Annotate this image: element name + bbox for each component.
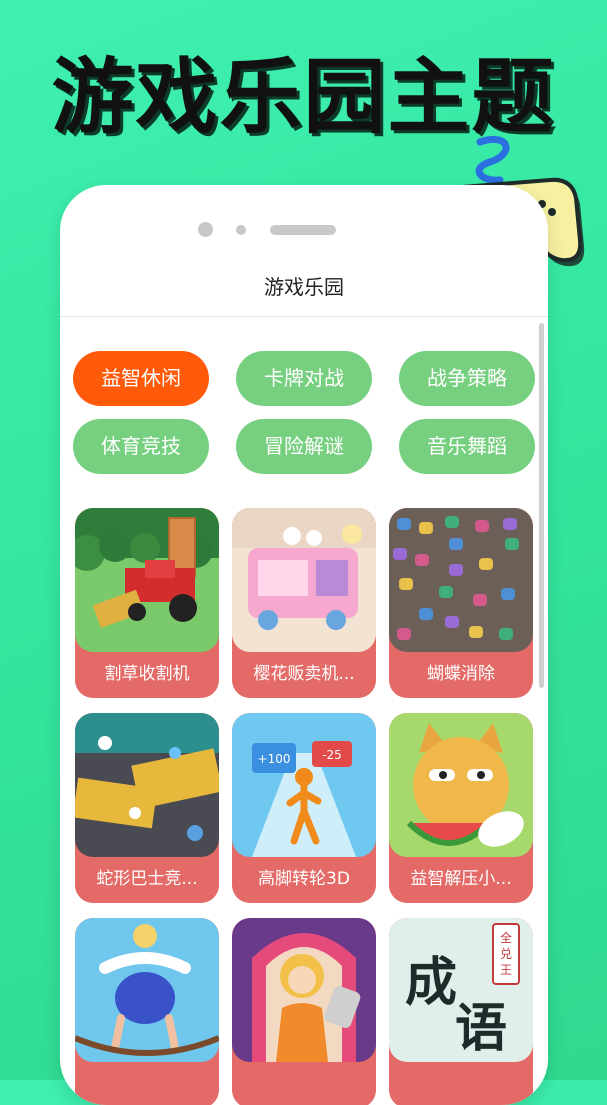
- phone-frame: 游戏乐园 益智休闲 卡牌对战 战争策略 体育竞技 冒险解谜 音乐舞蹈 割草收割机…: [60, 185, 548, 1105]
- game-title: 樱花贩卖机...: [253, 664, 355, 684]
- game-card-idioms[interactable]: 全 兑 王 成 语: [389, 918, 533, 1105]
- category-tab-adventure-puzzle[interactable]: 冒险解谜: [236, 419, 372, 474]
- thumb-plus-label: +100: [258, 752, 291, 766]
- seal-char-3: 王: [500, 963, 512, 977]
- game-thumbnail: [232, 918, 376, 1062]
- game-card-sakura-vending[interactable]: 樱花贩卖机...: [232, 508, 376, 698]
- sensor-dot: [236, 225, 246, 235]
- game-card-puzzle-relax[interactable]: 益智解压小...: [389, 713, 533, 903]
- game-title: 高脚转轮3D: [258, 869, 350, 889]
- idiom-char-1: 成: [405, 952, 457, 1013]
- game-thumbnail: [389, 713, 533, 857]
- game-thumbnail: [75, 508, 219, 652]
- app-title: 游戏乐园: [264, 275, 344, 299]
- game-card-snake-bus[interactable]: 蛇形巴士竞...: [75, 713, 219, 903]
- speaker-grille: [270, 225, 336, 235]
- game-thumbnail: [75, 918, 219, 1062]
- game-thumbnail: [232, 508, 376, 652]
- game-thumbnail: +100 -25: [232, 713, 376, 857]
- game-thumbnail: [389, 508, 533, 652]
- idiom-char-2: 语: [455, 998, 507, 1059]
- seal-char-1: 全: [500, 930, 512, 945]
- scrollbar[interactable]: [539, 323, 544, 688]
- category-tab-card-battle[interactable]: 卡牌对战: [236, 351, 372, 406]
- category-tab-sports[interactable]: 体育竞技: [73, 419, 209, 474]
- game-thumbnail: 全 兑 王 成 语: [389, 918, 533, 1062]
- game-title: 割草收割机: [104, 664, 190, 684]
- category-tab-war-strategy[interactable]: 战争策略: [399, 351, 535, 406]
- game-card-butterfly[interactable]: 蝴蝶消除: [389, 508, 533, 698]
- game-card-swing[interactable]: [75, 918, 219, 1105]
- game-title: 蛇形巴士竞...: [96, 869, 198, 889]
- game-card-mower[interactable]: 割草收割机: [75, 508, 219, 698]
- title-divider: [60, 316, 548, 317]
- game-title: 蝴蝶消除: [427, 664, 495, 684]
- category-tab-puzzle-casual[interactable]: 益智休闲: [73, 351, 209, 406]
- game-card-stilts[interactable]: +100 -25 高脚转轮3D: [232, 713, 376, 903]
- category-tab-music-dance[interactable]: 音乐舞蹈: [399, 419, 535, 474]
- game-thumbnail: [75, 713, 219, 857]
- seal-char-2: 兑: [500, 947, 512, 961]
- game-title: 益智解压小...: [410, 869, 512, 889]
- camera-dot: [198, 222, 213, 237]
- game-card-mirror[interactable]: [232, 918, 376, 1105]
- thumb-minus-label: -25: [322, 748, 342, 762]
